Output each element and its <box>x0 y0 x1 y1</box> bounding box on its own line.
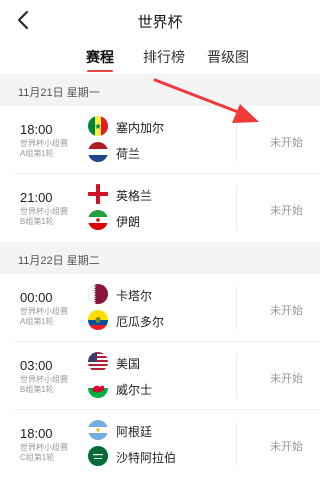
match-group: 世界杯小组赛 A组第1轮 <box>20 139 68 158</box>
tab-bracket[interactable]: 晋级图 <box>207 47 249 67</box>
home-team-name: 英格兰 <box>116 189 153 203</box>
match-row[interactable]: 21:00 世界杯小组赛 B组第1轮 英格兰 伊朗 未开始 <box>0 174 320 242</box>
match-status: 未开始 <box>270 137 303 149</box>
date-label: 11月22日 星期二 <box>18 255 100 267</box>
match-row[interactable]: 18:00 世界杯小组赛 C组第1轮 阿根廷 沙特阿拉伯 未开始 <box>0 410 320 478</box>
divider <box>236 118 237 162</box>
away-team-name: 厄瓜多尔 <box>116 315 165 329</box>
match-group: 世界杯小组赛 C组第1轮 <box>20 443 68 462</box>
match-time: 21:00 <box>20 190 53 205</box>
match-time: 18:00 <box>20 426 53 441</box>
match-status: 未开始 <box>270 373 303 385</box>
match-status: 未开始 <box>270 305 303 317</box>
match-row[interactable]: 18:00 世界杯小组赛 A组第1轮 塞内加尔 荷兰 未开始 <box>0 106 320 174</box>
page-title: 世界杯 <box>137 14 183 31</box>
away-team-name: 荷兰 <box>116 147 141 161</box>
tab-schedule[interactable]: 赛程 <box>86 47 114 67</box>
top-bar: 世界杯 <box>0 0 320 38</box>
tab-rankings[interactable]: 排行榜 <box>143 47 185 67</box>
match-status: 未开始 <box>270 205 303 217</box>
match-group: 世界杯小组赛 B组第1轮 <box>20 207 68 226</box>
day-header: 11月21日 星期一 <box>0 74 320 106</box>
tab-bar: 赛程 排行榜 晋级图 <box>0 38 320 72</box>
away-team-name: 沙特阿拉伯 <box>116 451 177 465</box>
match-group: 世界杯小组赛 A组第1轮 <box>20 307 68 326</box>
match-group: 世界杯小组赛 B组第1轮 <box>20 375 68 394</box>
divider <box>236 186 237 230</box>
divider <box>236 286 237 330</box>
active-tab-indicator <box>87 70 113 72</box>
home-team-name: 卡塔尔 <box>116 289 153 303</box>
match-time: 18:00 <box>20 122 53 137</box>
match-status: 未开始 <box>270 441 303 453</box>
ecuador-flag-icon <box>88 310 108 330</box>
senegal-flag-icon <box>88 116 108 136</box>
argentina-flag-icon <box>88 420 108 440</box>
england-flag-icon <box>88 184 108 204</box>
saudi-arabia-flag-icon <box>88 446 108 466</box>
wales-flag-icon <box>88 378 108 398</box>
iran-flag-icon <box>88 210 108 230</box>
home-team-name: 塞内加尔 <box>116 121 165 135</box>
divider <box>236 422 237 466</box>
away-team-name: 伊朗 <box>116 215 141 229</box>
away-team-name: 威尔士 <box>116 383 153 397</box>
divider <box>236 354 237 398</box>
netherlands-flag-icon <box>88 142 108 162</box>
home-team-name: 美国 <box>116 357 141 371</box>
usa-flag-icon <box>88 352 108 372</box>
date-label: 11月21日 星期一 <box>18 87 100 99</box>
day-header: 11月22日 星期二 <box>0 242 320 274</box>
match-time: 03:00 <box>20 358 53 373</box>
match-row[interactable]: 00:00 世界杯小组赛 A组第1轮 卡塔尔 厄瓜多尔 未开始 <box>0 274 320 342</box>
match-row[interactable]: 03:00 世界杯小组赛 B组第1轮 美国 威尔士 未开始 <box>0 342 320 410</box>
qatar-flag-icon <box>88 284 108 304</box>
home-team-name: 阿根廷 <box>116 425 153 439</box>
match-time: 00:00 <box>20 290 53 305</box>
